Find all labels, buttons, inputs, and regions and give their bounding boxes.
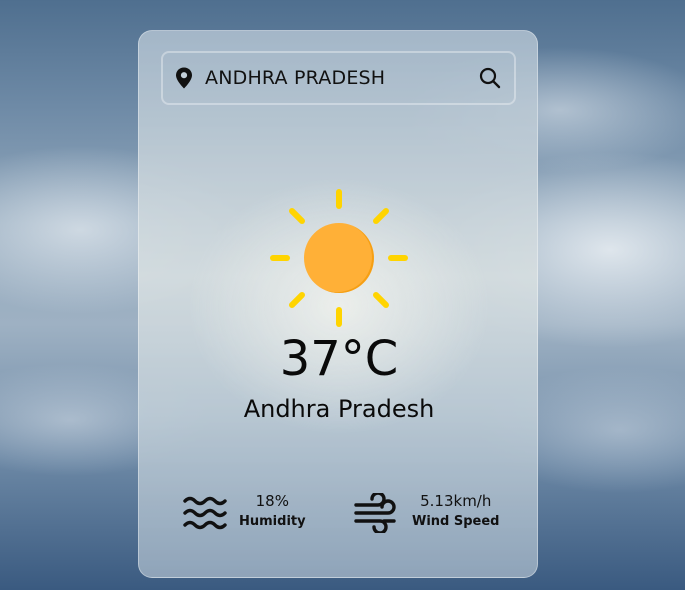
humidity-value: 18% [255, 492, 289, 510]
search-bar [161, 51, 516, 105]
humidity-detail: 18% Humidity [183, 491, 333, 541]
wave-icon [183, 496, 227, 530]
wind-value: 5.13km/h [420, 492, 492, 510]
weather-card: 37°C Andhra Pradesh 18% Humidity 5.13km/… [138, 30, 538, 578]
location-pin-icon [176, 67, 192, 89]
wind-icon [354, 493, 396, 533]
city-name: Andhra Pradesh [243, 395, 435, 423]
wind-label: Wind Speed [412, 514, 500, 529]
sun-icon [270, 189, 408, 327]
humidity-label: Humidity [239, 514, 306, 529]
search-input[interactable] [205, 63, 465, 93]
search-icon[interactable] [478, 66, 502, 90]
humidity-text: 18% Humidity [239, 491, 306, 533]
wind-detail: 5.13km/h Wind Speed [354, 491, 524, 541]
wind-text: 5.13km/h Wind Speed [412, 491, 500, 533]
temperature-value: 37°C [279, 331, 399, 387]
